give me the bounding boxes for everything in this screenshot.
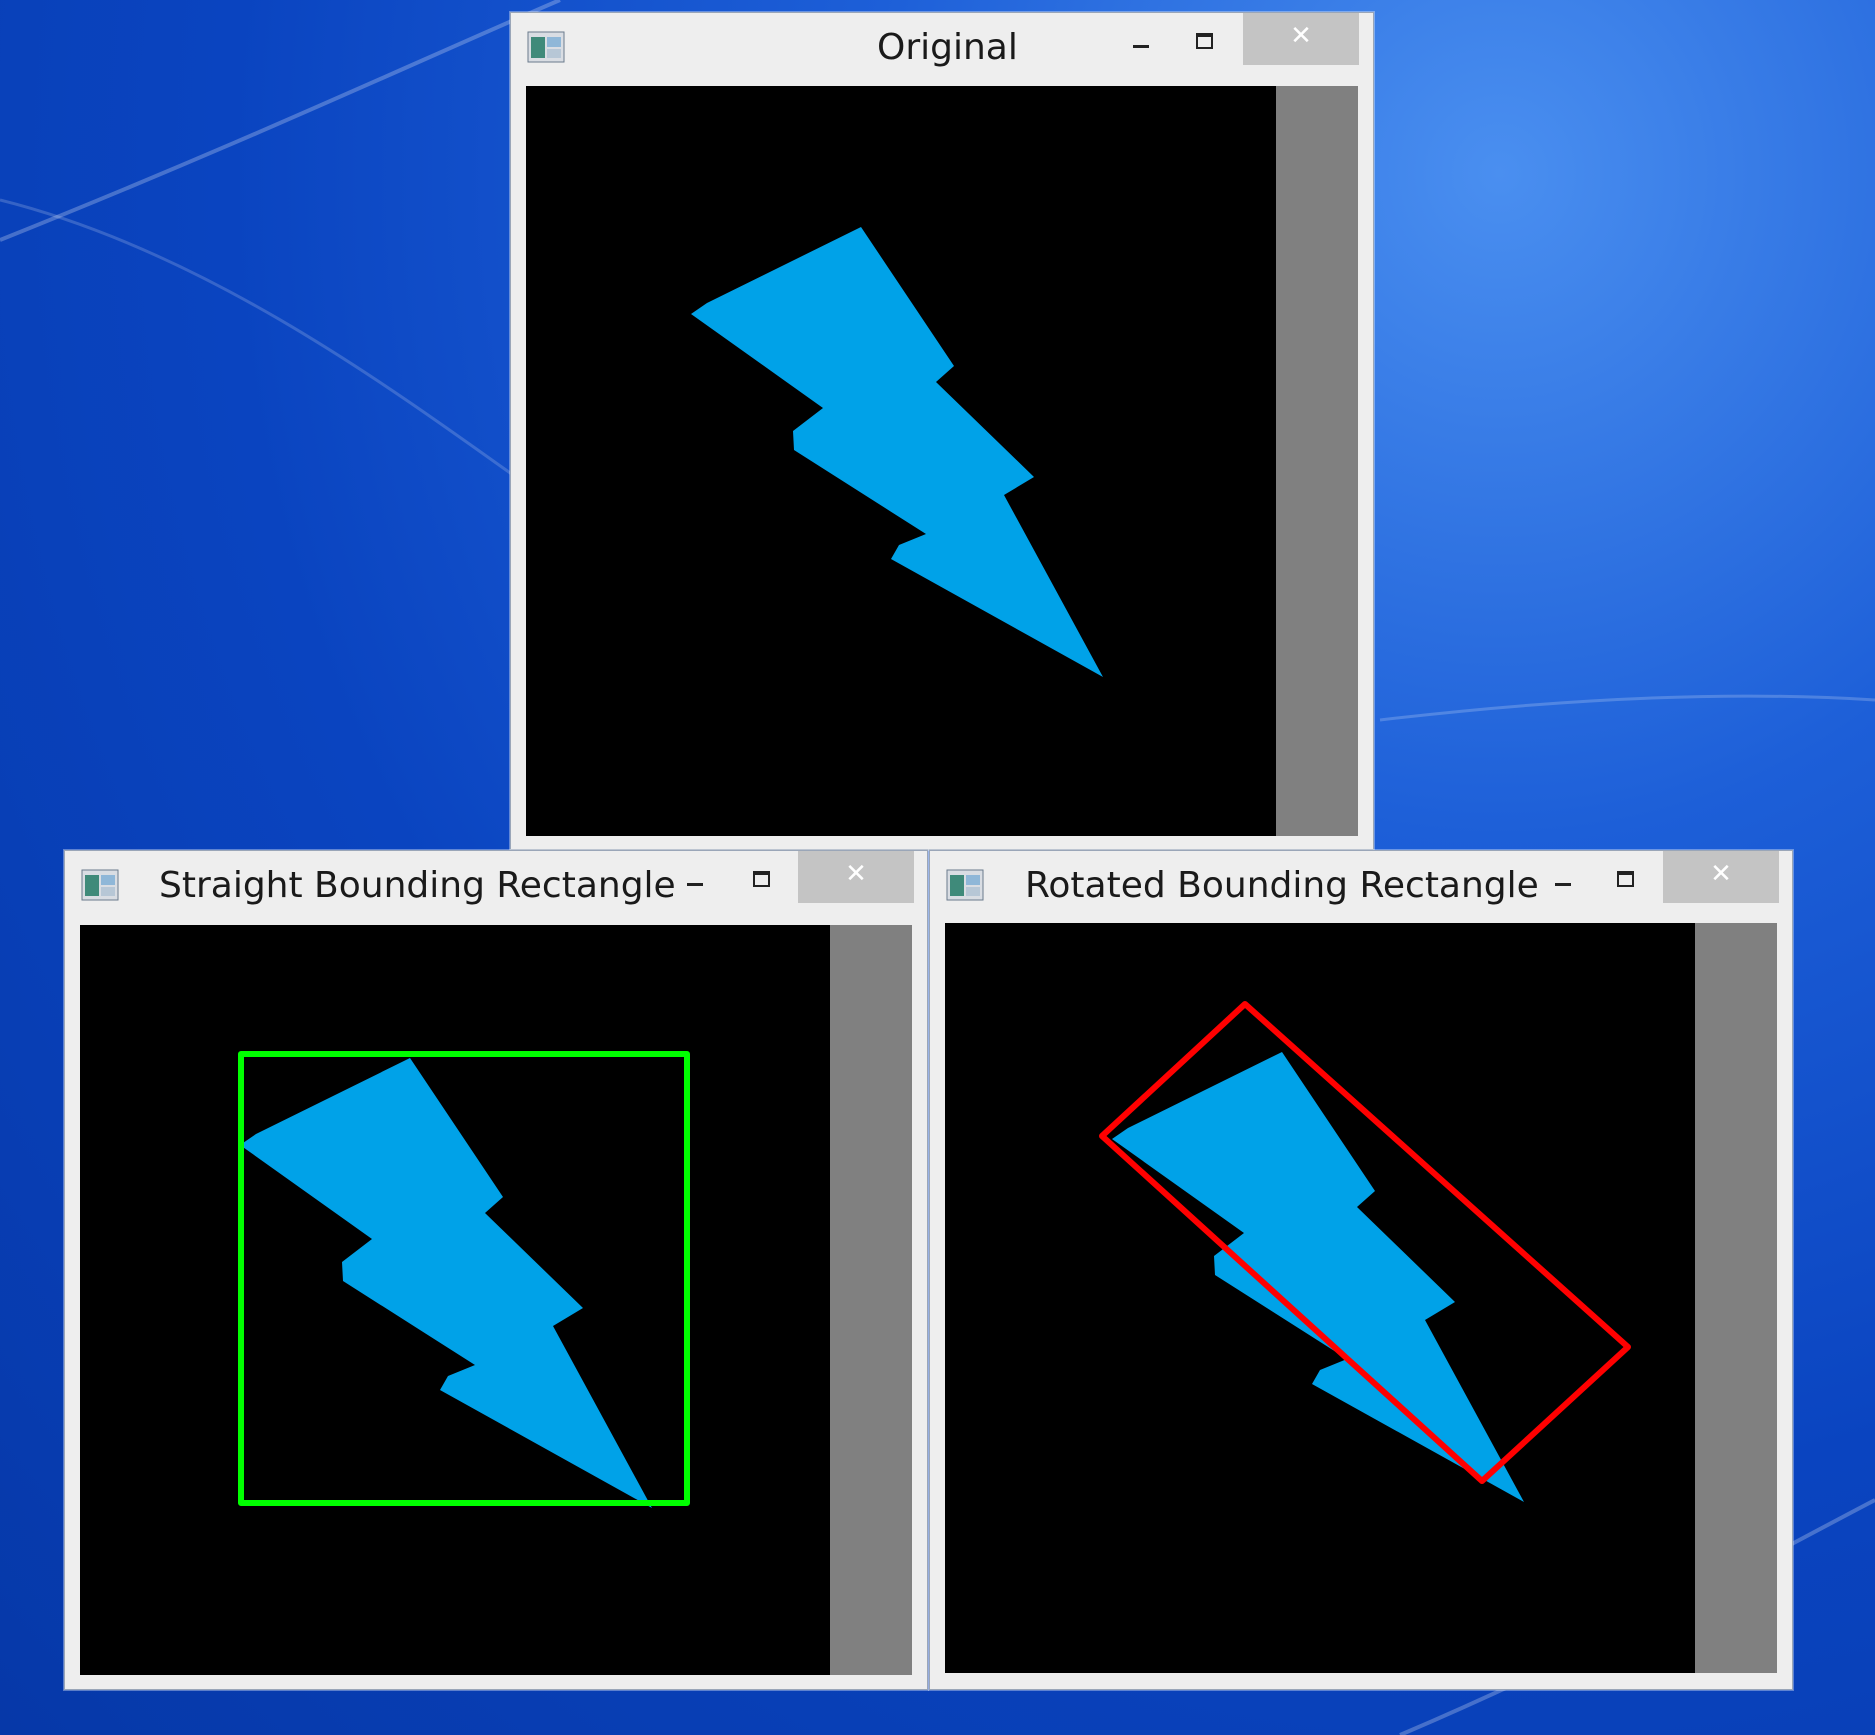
close-icon: ✕	[1710, 859, 1732, 889]
window-title: Original	[877, 27, 1018, 68]
image-canvas	[945, 923, 1777, 1673]
window-title: Straight Bounding Rectangle	[159, 865, 676, 906]
close-button[interactable]: ✕	[1663, 851, 1779, 903]
close-icon: ✕	[1290, 21, 1312, 51]
scrollbar-strip[interactable]	[1695, 923, 1777, 1673]
titlebar[interactable]: Rotated Bounding Rectangle ✕	[930, 851, 1792, 921]
minimize-button[interactable]	[1113, 13, 1169, 65]
image-canvas	[80, 925, 912, 1675]
maximize-button[interactable]	[1597, 851, 1653, 903]
close-button[interactable]: ✕	[1243, 13, 1359, 65]
window-title: Rotated Bounding Rectangle	[1025, 865, 1539, 906]
lightning-shape	[1112, 1052, 1524, 1502]
lightning-shape	[240, 1058, 652, 1508]
maximize-button[interactable]	[1176, 13, 1232, 65]
maximize-button[interactable]	[733, 851, 789, 903]
minimize-button[interactable]	[667, 851, 723, 903]
titlebar[interactable]: Original ✕	[511, 13, 1373, 83]
window-rotated-bounding-rectangle[interactable]: Rotated Bounding Rectangle ✕	[929, 850, 1793, 1690]
app-icon	[81, 869, 119, 901]
image-canvas	[526, 86, 1358, 836]
lightning-shape	[691, 227, 1103, 677]
scrollbar-strip[interactable]	[1276, 86, 1358, 836]
titlebar[interactable]: Straight Bounding Rectangle ✕	[65, 851, 927, 921]
app-icon	[527, 31, 565, 63]
app-icon	[946, 869, 984, 901]
window-straight-bounding-rectangle[interactable]: Straight Bounding Rectangle ✕	[64, 850, 928, 1690]
close-button[interactable]: ✕	[798, 851, 914, 903]
window-original[interactable]: Original ✕	[510, 12, 1374, 850]
scrollbar-strip[interactable]	[830, 925, 912, 1675]
minimize-button[interactable]	[1535, 851, 1591, 903]
close-icon: ✕	[845, 859, 867, 889]
